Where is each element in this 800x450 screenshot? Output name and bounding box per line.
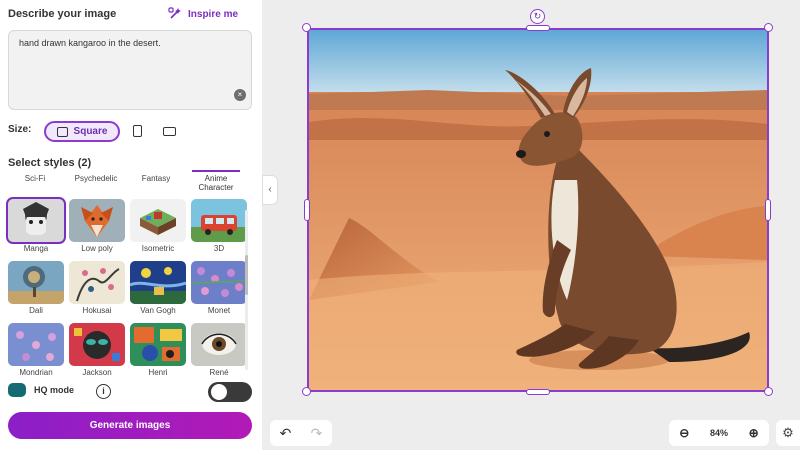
style-tile-low-poly[interactable]: Low poly [69, 199, 125, 253]
style-label-henri: Henri [148, 368, 168, 377]
manga-thumbnail [6, 197, 66, 244]
describe-heading: Describe your image [8, 8, 117, 20]
inspire-me-button[interactable]: Inspire me [168, 7, 238, 21]
style-tile-jackson[interactable]: Jackson [69, 323, 125, 377]
generated-image[interactable] [307, 28, 769, 392]
styles-scrollbar-thumb[interactable] [245, 255, 248, 295]
style-label-monet: Monet [207, 306, 231, 315]
style-label-3d: 3D [213, 244, 225, 253]
hq-mode-toggle[interactable] [208, 382, 252, 402]
style-tile-van-gogh[interactable]: Van Gogh [130, 261, 186, 315]
sparkle-icon [168, 7, 181, 19]
resize-handle-bottom[interactable] [526, 389, 550, 395]
resize-handle-top-left[interactable] [302, 23, 311, 32]
jackson-thumbnail [69, 323, 125, 366]
tab-fantasy[interactable]: Fantasy [130, 174, 182, 183]
resize-handle-top-right[interactable] [764, 23, 773, 32]
resize-handle-bottom-right[interactable] [764, 387, 773, 396]
style-label-van-gogh: Van Gogh [140, 306, 176, 315]
tab-anime-character[interactable]: Anime Character [192, 170, 240, 192]
style-tile-isometric[interactable]: Isometric [130, 199, 186, 253]
henri-thumbnail [130, 323, 186, 366]
redo-icon[interactable]: ↷ [311, 425, 323, 442]
style-tile-henri[interactable]: Henri [130, 323, 186, 377]
size-square-label: Square [73, 126, 108, 137]
style-tile-mondrian[interactable]: Mondrian [8, 323, 64, 377]
rotate-icon[interactable]: ↻ [530, 9, 545, 24]
hokusai-thumbnail [69, 261, 125, 304]
van-gogh-thumbnail [130, 261, 186, 304]
prompt-textarea[interactable]: hand drawn kangaroo in the desert. [8, 30, 252, 110]
style-tabs: Sci-Fi Psychedelic Fantasy Anime Charact… [0, 170, 262, 196]
zoom-controls: ⊖ 84% ⊕ [669, 420, 769, 446]
style-label-jackson: Jackson [82, 368, 112, 377]
hq-mode-label: HQ mode [34, 385, 75, 395]
3d-thumbnail [191, 199, 247, 242]
inspire-me-label: Inspire me [188, 8, 239, 20]
settings-gear-icon[interactable]: ⚙ [776, 420, 800, 446]
zoom-level: 84% [709, 428, 728, 438]
style-label-mondrian: Mondrian [19, 368, 53, 377]
style-tile-rene[interactable]: René [191, 323, 247, 377]
styles-heading: Select styles (2) [8, 157, 92, 169]
style-label-low-poly: Low poly [81, 244, 113, 253]
resize-handle-right[interactable] [765, 199, 771, 221]
monet-thumbnail [191, 261, 247, 304]
rene-thumbnail [191, 323, 247, 366]
tab-sci-fi[interactable]: Sci-Fi [10, 174, 60, 183]
style-tile-3d[interactable]: 3D [191, 199, 247, 253]
hq-icon [8, 383, 26, 397]
undo-icon[interactable]: ↶ [280, 425, 292, 442]
dali-thumbnail [8, 261, 64, 304]
undo-redo-group: ↶ ↷ [270, 420, 332, 446]
square-icon [56, 126, 68, 137]
style-label-manga: Manga [23, 244, 49, 253]
style-tile-manga[interactable]: Manga [6, 197, 66, 253]
toggle-knob [211, 384, 227, 400]
info-icon[interactable]: i [96, 384, 111, 399]
style-tile-dali[interactable]: Dali [8, 261, 64, 315]
low-poly-thumbnail [69, 199, 125, 242]
resize-handle-bottom-left[interactable] [302, 387, 311, 396]
style-tile-monet[interactable]: Monet [191, 261, 247, 315]
clear-prompt-icon[interactable]: × [234, 89, 246, 101]
style-tile-hokusai[interactable]: Hokusai [69, 261, 125, 315]
size-square-button[interactable]: Square [44, 121, 120, 142]
left-panel: Describe your image Inspire me hand draw… [0, 0, 262, 450]
isometric-thumbnail [130, 199, 186, 242]
resize-handle-top[interactable] [526, 25, 550, 31]
style-label-hokusai: Hokusai [82, 306, 112, 315]
tab-psychedelic[interactable]: Psychedelic [64, 174, 128, 183]
kangaroo-desert-image [309, 30, 767, 390]
generate-images-button[interactable]: Generate images [8, 412, 252, 439]
mondrian-thumbnail [8, 323, 64, 366]
hq-mode-row: HQ mode [8, 383, 74, 397]
size-label: Size: [8, 124, 32, 135]
style-label-rene: René [209, 368, 229, 377]
zoom-out-icon[interactable]: ⊖ [679, 426, 689, 440]
style-label-isometric: Isometric [141, 244, 175, 253]
size-portrait-button[interactable] [133, 125, 142, 137]
prompt-text: hand drawn kangaroo in the desert. [19, 38, 161, 48]
style-label-dali: Dali [29, 306, 43, 315]
resize-handle-left[interactable] [304, 199, 310, 221]
zoom-in-icon[interactable]: ⊕ [749, 426, 759, 440]
size-landscape-button[interactable] [163, 127, 176, 136]
collapse-panel-button[interactable]: ‹ [262, 175, 278, 205]
